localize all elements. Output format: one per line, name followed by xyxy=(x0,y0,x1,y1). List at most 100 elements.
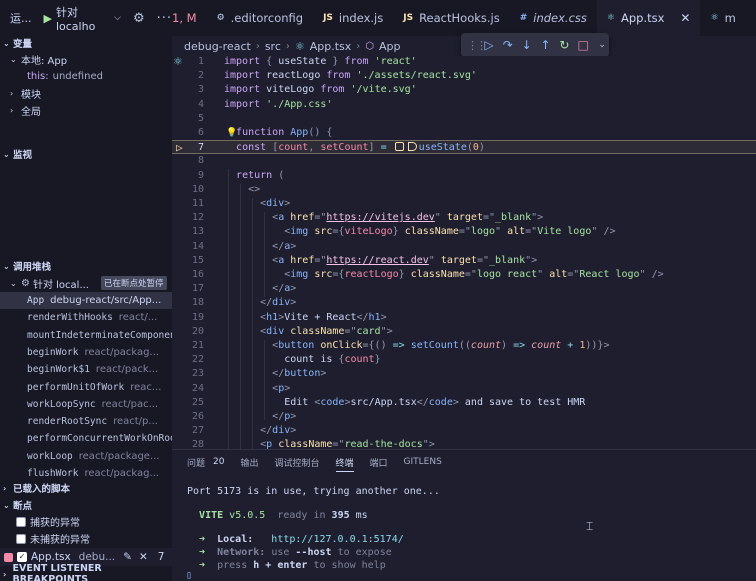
gear-icon[interactable]: ⚙ xyxy=(133,11,145,26)
drag-handle-icon[interactable]: ⋮⋮ xyxy=(467,39,487,52)
code-line[interactable]: 28 <p className="read-the-docs"> xyxy=(172,438,756,449)
debug-session[interactable]: ⌄ ⚙ 针对 local... xyxy=(10,275,89,292)
watch-section-header[interactable]: ⌄ 监视 xyxy=(0,145,32,163)
callstack-frame[interactable]: renderWithHooks react/... xyxy=(0,309,172,326)
code-line[interactable]: 14 </a> xyxy=(172,240,756,254)
code-line[interactable]: 5 xyxy=(172,112,756,126)
local-url-link[interactable]: http://127.0.0.1:5174/ xyxy=(271,534,403,545)
panel-tab[interactable]: 调试控制台 xyxy=(274,450,319,474)
callstack-section-header[interactable]: ⌄ 调用堆栈 xyxy=(0,257,51,275)
callstack-frame[interactable]: performConcurrentWorkOnRoot xyxy=(0,430,172,447)
checkbox[interactable] xyxy=(16,516,26,527)
panel-tab[interactable]: 终端 xyxy=(335,450,354,474)
loaded-scripts-section-header[interactable]: › 已载入的脚本 xyxy=(0,479,70,497)
panel-tab[interactable]: 问题 20 xyxy=(187,450,224,474)
callstack-frame[interactable]: workLoop react/package... xyxy=(0,448,172,465)
frame-function: workLoop xyxy=(27,450,73,462)
lightbulb-icon[interactable]: 💡 xyxy=(226,126,237,140)
start-debug-icon[interactable]: ▶ xyxy=(44,12,52,25)
uncaught-exceptions-checkbox[interactable]: 未捕获的异常 xyxy=(16,530,90,547)
checkbox[interactable]: ✓ xyxy=(17,552,27,562)
checkbox[interactable] xyxy=(16,533,26,544)
tab--editorconfig[interactable]: ⚙ .editorconfig xyxy=(207,0,314,36)
code-line[interactable]: 2 import reactLogo from './assets/react.s… xyxy=(172,69,756,83)
code-line[interactable]: 18 </div> xyxy=(172,296,756,310)
code-line[interactable]: 21 <button onClick={() => setCount((coun… xyxy=(172,339,756,353)
current-code-line[interactable]: 7 const [count, setCount] = useState(0) ▷ xyxy=(172,140,756,155)
callstack-frame[interactable]: renderRootSync react/p... xyxy=(0,413,172,430)
close-icon[interactable]: ✕ xyxy=(680,11,690,25)
code-line[interactable]: 9 return ( xyxy=(172,169,756,183)
variables-section-header[interactable]: ⌄ 变量 xyxy=(0,34,32,52)
code-line[interactable]: 4 import './App.css' xyxy=(172,98,756,112)
code-line[interactable]: 20 <div className="card"> xyxy=(172,325,756,339)
paused-breakpoint-icon[interactable]: ▷ xyxy=(176,141,183,155)
breadcrumb-symbol[interactable]: App xyxy=(379,40,401,53)
step-out-icon[interactable]: ↑ xyxy=(539,37,553,53)
frame-source: react/packag... xyxy=(84,346,160,358)
continue-icon[interactable]: ▷ xyxy=(482,37,496,53)
panel-tab[interactable]: GITLENS xyxy=(404,450,442,474)
callstack-frame[interactable]: App debug-react/src/App... xyxy=(0,292,172,309)
code-line[interactable]: 22 count is {count} xyxy=(172,353,756,367)
code-text: import viteLogo from '/vite.svg' xyxy=(224,84,417,96)
code-line[interactable]: 24 <p> xyxy=(172,382,756,396)
panel-tab[interactable]: 输出 xyxy=(240,450,258,474)
edit-icon[interactable]: ✎ xyxy=(123,551,132,563)
chevron-down-icon: ⌄ xyxy=(10,279,17,288)
launch-config-select[interactable]: 针对 localho xyxy=(56,4,108,33)
tab-app-tsx[interactable]: ⚛ App.tsx ✕ xyxy=(596,0,701,36)
caught-exceptions-checkbox[interactable]: 捕获的异常 xyxy=(16,513,80,530)
stop-icon[interactable]: □ xyxy=(576,37,590,53)
code-line[interactable]: 13 <img src={viteLogo} className="logo" … xyxy=(172,225,756,239)
code-line[interactable]: 27 </div> xyxy=(172,424,756,438)
code-line[interactable]: 15 <a href="https://react.dev" target="_… xyxy=(172,254,756,268)
chevron-down-icon[interactable]: ⌄ xyxy=(595,37,609,53)
breakpoints-section-header[interactable]: ⌄ 断点 xyxy=(0,496,32,514)
restart-icon[interactable]: ↻ xyxy=(557,37,571,53)
code-line[interactable]: 17 </a> xyxy=(172,282,756,296)
code-line[interactable]: 25 Edit <code>src/App.tsx</code> and sav… xyxy=(172,396,756,410)
tab-m[interactable]: ⚛ m xyxy=(700,0,745,36)
code-line[interactable]: 6 function App() {💡 xyxy=(172,126,756,140)
breadcrumb-folder[interactable]: debug-react xyxy=(184,40,251,53)
chevron-down-icon[interactable]: ⌵ xyxy=(114,13,121,23)
local-scope[interactable]: ⌄ 本地: App xyxy=(10,51,67,68)
callstack-frame[interactable]: mountIndeterminateComponent xyxy=(0,327,172,344)
tab-index-js[interactable]: JS index.js xyxy=(313,0,393,36)
close-icon[interactable]: ✕ xyxy=(139,551,148,563)
block-scope[interactable]: › 模块 xyxy=(10,85,41,102)
breadcrumb-file[interactable]: App.tsx xyxy=(310,40,352,53)
panel-tabs: 问题 20 输出 调试控制台 终端 端口 GITLENS xyxy=(172,450,756,474)
tab-index-css[interactable]: # index.css xyxy=(510,0,597,36)
callstack-frame[interactable]: beginWork$1 react/pack... xyxy=(0,361,172,378)
variable-this[interactable]: this: undefined xyxy=(27,68,103,85)
global-scope[interactable]: › 全局 xyxy=(10,102,41,119)
inline-breakpoint-icon[interactable] xyxy=(407,142,417,152)
terminal-cursor[interactable]: ▯ xyxy=(186,570,192,581)
callstack-frame[interactable]: workLoopSync react/pac... xyxy=(0,396,172,413)
event-listener-section-header[interactable]: › EVENT LISTENER BREAKPOINTS xyxy=(0,563,172,581)
tab-reacthooks-js[interactable]: JS ReactHooks.js xyxy=(393,0,509,36)
code-line[interactable]: 10 <> xyxy=(172,183,756,197)
code-line[interactable]: 11 <div> xyxy=(172,197,756,211)
breadcrumb-folder[interactable]: src xyxy=(265,40,281,53)
code-line[interactable]: 1 import { useState } from 'react' ⚛ xyxy=(172,56,756,69)
panel-tab[interactable]: 端口 xyxy=(370,450,388,474)
code-line[interactable]: 19 <h1>Vite + React</h1> xyxy=(172,311,756,325)
more-icon[interactable]: ··· xyxy=(157,11,172,26)
code-line[interactable]: 3 import viteLogo from '/vite.svg' xyxy=(172,83,756,97)
code-line[interactable]: 16 <img src={reactLogo} className="logo … xyxy=(172,268,756,282)
code-line[interactable]: 8 xyxy=(172,154,756,168)
code-editor[interactable]: 1 import { useState } from 'react' ⚛ 2 impor… xyxy=(172,56,756,449)
code-line[interactable]: 12 <a href="https://vitejs.dev" target="… xyxy=(172,211,756,225)
step-over-icon[interactable]: ↷ xyxy=(501,37,515,53)
inline-breakpoint-icon[interactable] xyxy=(394,142,404,152)
callstack-frame[interactable]: performUnitOfWork reac... xyxy=(0,379,172,396)
code-line[interactable]: 26 </p> xyxy=(172,410,756,424)
callstack-frame[interactable]: beginWork react/packag... xyxy=(0,344,172,361)
code-line[interactable]: 23 </button> xyxy=(172,367,756,381)
tab-1-m[interactable]: 1, M xyxy=(172,0,207,36)
line-number: 4 xyxy=(197,98,204,110)
step-into-icon[interactable]: ↓ xyxy=(520,37,534,53)
